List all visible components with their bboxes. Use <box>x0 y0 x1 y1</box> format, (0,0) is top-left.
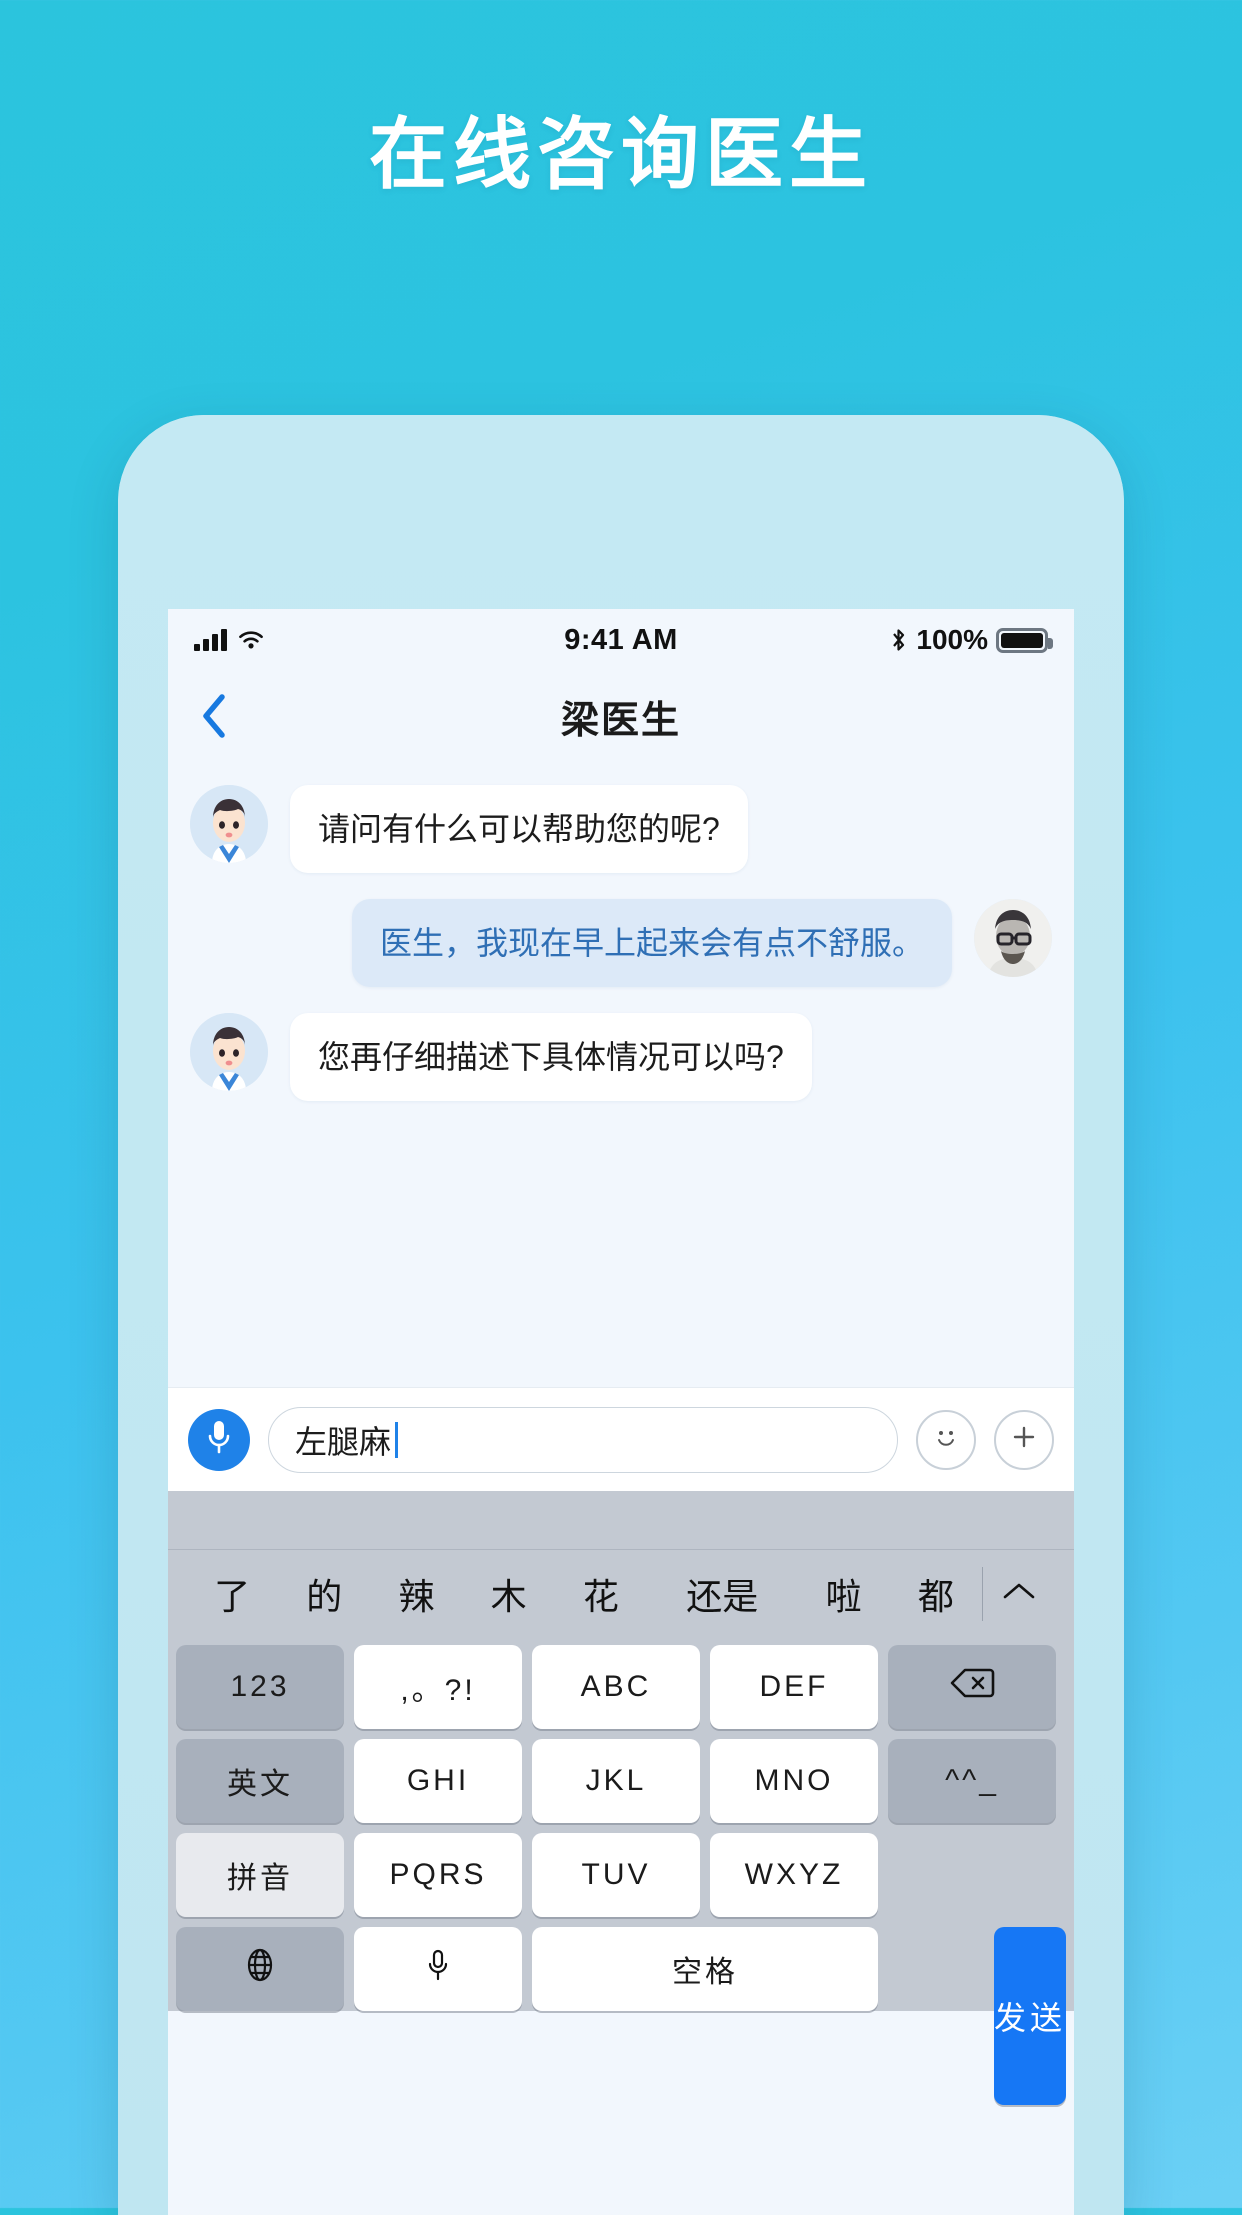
phone-screen: 9:41 AM 100% 梁医生 请问有什么可以帮助您的呢? 医生，我现在早上起… <box>168 609 1074 2215</box>
key-backspace[interactable] <box>888 1645 1056 1729</box>
backspace-icon <box>949 1666 995 1708</box>
message-input-value: 左腿麻 <box>295 1423 392 1460</box>
key-ghi[interactable]: GHI <box>354 1739 522 1823</box>
globe-icon <box>237 1948 283 1990</box>
text-caret <box>395 1421 399 1458</box>
key-pqrs[interactable]: PQRS <box>354 1833 522 1917</box>
keyboard-row: 空格 <box>176 1927 1066 2011</box>
candidate-item[interactable]: 还是 <box>647 1568 798 1620</box>
chat-bubble: 您再仔细描述下具体情况可以吗? <box>290 1013 812 1101</box>
key-def[interactable]: DEF <box>710 1645 878 1729</box>
voice-input-button[interactable] <box>188 1408 250 1471</box>
send-button[interactable]: 发送 <box>993 1927 1066 2105</box>
add-attachment-button[interactable] <box>994 1409 1054 1470</box>
chat-message-patient: 医生，我现在早上起来会有点不舒服。 <box>190 899 1052 987</box>
chevron-up-icon <box>1001 1580 1037 1607</box>
candidate-bar: 了 的 辣 木 花 还是 啦 都 <box>168 1549 1074 1637</box>
avatar-patient[interactable] <box>974 899 1052 977</box>
keyboard-row: 拼音 PQRS TUV WXYZ <box>176 1833 1066 1917</box>
key-language-globe[interactable] <box>176 1927 344 2011</box>
candidate-item[interactable]: 都 <box>890 1568 982 1620</box>
nav-bar: 梁医生 <box>168 671 1074 761</box>
battery-percent-label: 100% <box>916 624 988 655</box>
microphone-icon <box>415 1948 461 1990</box>
status-bar: 9:41 AM 100% <box>168 609 1074 671</box>
emoji-button[interactable] <box>916 1409 976 1470</box>
phone-body: 9:41 AM 100% 梁医生 请问有什么可以帮助您的呢? 医生，我现在早上起… <box>118 415 1124 2215</box>
key-voice-input[interactable] <box>354 1927 522 2011</box>
chat-message-doctor: 请问有什么可以帮助您的呢? <box>190 785 1052 873</box>
message-input-field[interactable]: 左腿麻 <box>268 1406 898 1473</box>
candidate-item[interactable]: 辣 <box>370 1568 462 1620</box>
candidate-item[interactable]: 花 <box>555 1568 647 1620</box>
keyboard-row: 123 ,。?! ABC DEF <box>176 1645 1066 1729</box>
keyboard-row: 英文 GHI JKL MNO ^^_ <box>176 1739 1066 1823</box>
chat-message-doctor: 您再仔细描述下具体情况可以吗? <box>190 1013 1052 1101</box>
chat-thread: 请问有什么可以帮助您的呢? 医生，我现在早上起来会有点不舒服。 您再仔细描述下具… <box>168 761 1074 1387</box>
key-wxyz[interactable]: WXYZ <box>710 1833 878 1917</box>
key-abc[interactable]: ABC <box>532 1645 700 1729</box>
key-jkl[interactable]: JKL <box>532 1739 700 1823</box>
battery-full-icon <box>996 627 1053 653</box>
key-123[interactable]: 123 <box>176 1645 344 1729</box>
candidate-item[interactable]: 木 <box>463 1568 555 1620</box>
chat-bubble: 医生，我现在早上起来会有点不舒服。 <box>351 899 952 987</box>
key-english-mode[interactable]: 英文 <box>176 1739 344 1823</box>
candidate-item[interactable]: 的 <box>278 1568 370 1620</box>
candidate-item[interactable]: 啦 <box>798 1568 890 1620</box>
key-space[interactable]: 空格 <box>532 1927 878 2011</box>
key-mno[interactable]: MNO <box>710 1739 878 1823</box>
keyboard: 123 ,。?! ABC DEF 英文 GHI JKL MNO ^^_ 拼音 P… <box>168 1637 1074 2105</box>
key-punctuation[interactable]: ,。?! <box>354 1645 522 1729</box>
plus-icon <box>1007 1420 1041 1459</box>
expand-candidates-button[interactable] <box>981 1566 1056 1621</box>
keyboard-spacer <box>168 1491 1074 1549</box>
page-title: 在线咨询医生 <box>368 110 873 198</box>
avatar-doctor[interactable] <box>190 1013 268 1091</box>
smiley-icon <box>929 1420 963 1459</box>
phone-mockup: 9:41 AM 100% 梁医生 请问有什么可以帮助您的呢? 医生，我现在早上起… <box>118 415 1124 2215</box>
chat-bubble: 请问有什么可以帮助您的呢? <box>290 785 748 873</box>
nav-title: 梁医生 <box>560 699 681 742</box>
microphone-icon <box>205 1418 233 1461</box>
key-kaomoji[interactable]: ^^_ <box>888 1739 1056 1823</box>
key-tuv[interactable]: TUV <box>532 1833 700 1917</box>
key-pinyin-mode[interactable]: 拼音 <box>176 1833 344 1917</box>
bluetooth-icon <box>889 627 908 653</box>
message-input-bar: 左腿麻 <box>168 1387 1074 1491</box>
candidate-item[interactable]: 了 <box>186 1568 278 1620</box>
status-bar-right: 100% <box>889 624 1053 656</box>
avatar-doctor[interactable] <box>190 785 268 863</box>
